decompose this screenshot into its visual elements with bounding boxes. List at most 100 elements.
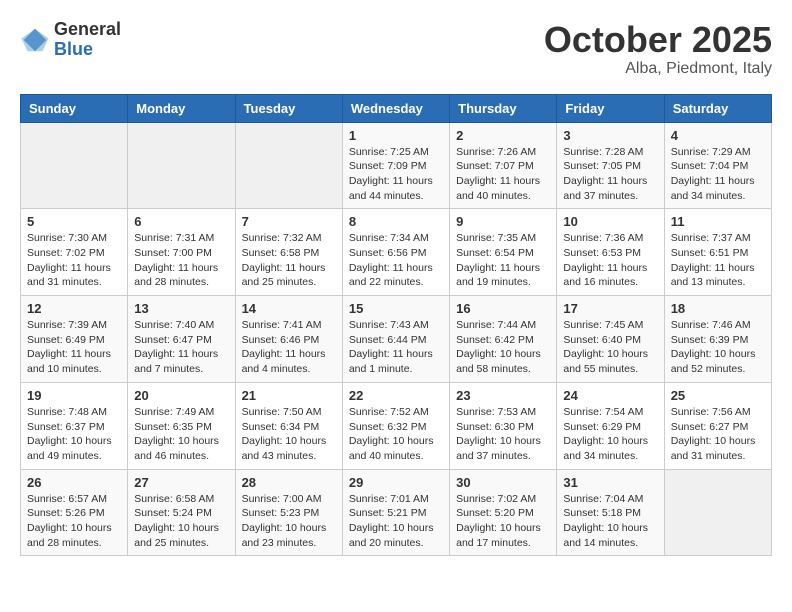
calendar-cell: 15 Sunrise: 7:43 AM Sunset: 6:44 PM Dayli…: [342, 296, 449, 383]
day-info: Sunrise: 6:58 AM Sunset: 5:24 PM Dayligh…: [134, 492, 228, 551]
calendar-cell: 12Sunrise: 7:39 AM Sunset: 6:49 PM Dayli…: [21, 296, 128, 383]
day-number: 30: [456, 475, 550, 490]
day-number: 11: [671, 214, 765, 229]
calendar-cell: 20 Sunrise: 7:49 AM Sunset: 6:35 PM Dayli…: [128, 382, 235, 469]
calendar-cell: [128, 122, 235, 209]
day-info: Sunrise: 7:28 AM Sunset: 7:05 PM Dayligh…: [563, 145, 657, 204]
day-info: Sunrise: 7:49 AM Sunset: 6:35 PM Dayligh…: [134, 405, 228, 464]
day-info: Sunrise: 7:04 AM Sunset: 5:18 PM Dayligh…: [563, 492, 657, 551]
day-number: 29: [349, 475, 443, 490]
day-number: 21: [242, 388, 336, 403]
calendar-cell: 28 Sunrise: 7:00 AM Sunset: 5:23 PM Dayli…: [235, 469, 342, 556]
day-info: Sunrise: 7:46 AM Sunset: 6:39 PM Dayligh…: [671, 318, 765, 377]
calendar-cell: 14 Sunrise: 7:41 AM Sunset: 6:46 PM Dayli…: [235, 296, 342, 383]
calendar-cell: 17 Sunrise: 7:45 AM Sunset: 6:40 PM Dayli…: [557, 296, 664, 383]
calendar-cell: 5 Sunrise: 7:30 AM Sunset: 7:02 PM Daylig…: [21, 209, 128, 296]
day-header-saturday: Saturday: [664, 94, 771, 122]
day-number: 9: [456, 214, 550, 229]
calendar-week-row: 26Sunrise: 6:57 AM Sunset: 5:26 PM Dayli…: [21, 469, 772, 556]
calendar-cell: 1 Sunrise: 7:25 AM Sunset: 7:09 PM Daylig…: [342, 122, 449, 209]
calendar-cell: 10 Sunrise: 7:36 AM Sunset: 6:53 PM Dayli…: [557, 209, 664, 296]
day-number: 1: [349, 128, 443, 143]
day-info: Sunrise: 7:29 AM Sunset: 7:04 PM Dayligh…: [671, 145, 765, 204]
day-header-tuesday: Tuesday: [235, 94, 342, 122]
logo-blue: Blue: [54, 39, 93, 59]
calendar-cell: 21 Sunrise: 7:50 AM Sunset: 6:34 PM Dayli…: [235, 382, 342, 469]
day-number: 23: [456, 388, 550, 403]
calendar-cell: [21, 122, 128, 209]
day-number: 15: [349, 301, 443, 316]
calendar-cell: 3 Sunrise: 7:28 AM Sunset: 7:05 PM Daylig…: [557, 122, 664, 209]
day-info: Sunrise: 7:45 AM Sunset: 6:40 PM Dayligh…: [563, 318, 657, 377]
logo: General Blue: [20, 20, 121, 60]
calendar-week-row: 12Sunrise: 7:39 AM Sunset: 6:49 PM Dayli…: [21, 296, 772, 383]
day-info: Sunrise: 7:44 AM Sunset: 6:42 PM Dayligh…: [456, 318, 550, 377]
calendar-cell: 4Sunrise: 7:29 AM Sunset: 7:04 PM Daylig…: [664, 122, 771, 209]
location: Alba, Piedmont, Italy: [544, 60, 772, 78]
day-header-friday: Friday: [557, 94, 664, 122]
day-number: 2: [456, 128, 550, 143]
day-header-monday: Monday: [128, 94, 235, 122]
calendar-cell: 2Sunrise: 7:26 AM Sunset: 7:07 PM Daylig…: [450, 122, 557, 209]
calendar-cell: 29 Sunrise: 7:01 AM Sunset: 5:21 PM Dayli…: [342, 469, 449, 556]
day-info: Sunrise: 7:32 AM Sunset: 6:58 PM Dayligh…: [242, 231, 336, 290]
day-info: Sunrise: 7:00 AM Sunset: 5:23 PM Dayligh…: [242, 492, 336, 551]
day-info: Sunrise: 7:56 AM Sunset: 6:27 PM Dayligh…: [671, 405, 765, 464]
day-info: Sunrise: 7:41 AM Sunset: 6:46 PM Dayligh…: [242, 318, 336, 377]
calendar-cell: 8Sunrise: 7:34 AM Sunset: 6:56 PM Daylig…: [342, 209, 449, 296]
day-number: 3: [563, 128, 657, 143]
day-info: Sunrise: 7:31 AM Sunset: 7:00 PM Dayligh…: [134, 231, 228, 290]
calendar-week-row: 19Sunrise: 7:48 AM Sunset: 6:37 PM Dayli…: [21, 382, 772, 469]
day-info: Sunrise: 7:37 AM Sunset: 6:51 PM Dayligh…: [671, 231, 765, 290]
calendar-table: SundayMondayTuesdayWednesdayThursdayFrid…: [20, 94, 772, 557]
day-info: Sunrise: 7:48 AM Sunset: 6:37 PM Dayligh…: [27, 405, 121, 464]
calendar-cell: 27Sunrise: 6:58 AM Sunset: 5:24 PM Dayli…: [128, 469, 235, 556]
day-info: Sunrise: 7:43 AM Sunset: 6:44 PM Dayligh…: [349, 318, 443, 377]
day-number: 12: [27, 301, 121, 316]
calendar-cell: [664, 469, 771, 556]
month-title: October 2025: [544, 20, 772, 60]
day-header-sunday: Sunday: [21, 94, 128, 122]
day-info: Sunrise: 7:50 AM Sunset: 6:34 PM Dayligh…: [242, 405, 336, 464]
day-number: 5: [27, 214, 121, 229]
day-info: Sunrise: 6:57 AM Sunset: 5:26 PM Dayligh…: [27, 492, 121, 551]
day-number: 6: [134, 214, 228, 229]
calendar-header-row: SundayMondayTuesdayWednesdayThursdayFrid…: [21, 94, 772, 122]
day-number: 8: [349, 214, 443, 229]
page-header: General Blue October 2025 Alba, Piedmont…: [20, 20, 772, 78]
day-number: 20: [134, 388, 228, 403]
day-number: 16: [456, 301, 550, 316]
day-number: 13: [134, 301, 228, 316]
calendar-cell: 11 Sunrise: 7:37 AM Sunset: 6:51 PM Dayli…: [664, 209, 771, 296]
day-number: 28: [242, 475, 336, 490]
calendar-cell: 13Sunrise: 7:40 AM Sunset: 6:47 PM Dayli…: [128, 296, 235, 383]
day-info: Sunrise: 7:25 AM Sunset: 7:09 PM Dayligh…: [349, 145, 443, 204]
calendar-week-row: 5 Sunrise: 7:30 AM Sunset: 7:02 PM Daylig…: [21, 209, 772, 296]
day-number: 10: [563, 214, 657, 229]
day-header-wednesday: Wednesday: [342, 94, 449, 122]
day-info: Sunrise: 7:01 AM Sunset: 5:21 PM Dayligh…: [349, 492, 443, 551]
calendar-cell: 30 Sunrise: 7:02 AM Sunset: 5:20 PM Dayli…: [450, 469, 557, 556]
calendar-cell: 18 Sunrise: 7:46 AM Sunset: 6:39 PM Dayli…: [664, 296, 771, 383]
day-info: Sunrise: 7:53 AM Sunset: 6:30 PM Dayligh…: [456, 405, 550, 464]
calendar-cell: 24Sunrise: 7:54 AM Sunset: 6:29 PM Dayli…: [557, 382, 664, 469]
day-number: 14: [242, 301, 336, 316]
calendar-week-row: 1 Sunrise: 7:25 AM Sunset: 7:09 PM Daylig…: [21, 122, 772, 209]
day-number: 25: [671, 388, 765, 403]
day-info: Sunrise: 7:02 AM Sunset: 5:20 PM Dayligh…: [456, 492, 550, 551]
day-info: Sunrise: 7:30 AM Sunset: 7:02 PM Dayligh…: [27, 231, 121, 290]
logo-general: General: [54, 19, 121, 39]
calendar-cell: 25 Sunrise: 7:56 AM Sunset: 6:27 PM Dayli…: [664, 382, 771, 469]
day-number: 18: [671, 301, 765, 316]
calendar-cell: 23 Sunrise: 7:53 AM Sunset: 6:30 PM Dayli…: [450, 382, 557, 469]
calendar-cell: 6 Sunrise: 7:31 AM Sunset: 7:00 PM Daylig…: [128, 209, 235, 296]
day-number: 31: [563, 475, 657, 490]
day-number: 7: [242, 214, 336, 229]
logo-text: General Blue: [54, 20, 121, 60]
day-info: Sunrise: 7:35 AM Sunset: 6:54 PM Dayligh…: [456, 231, 550, 290]
day-number: 17: [563, 301, 657, 316]
day-info: Sunrise: 7:36 AM Sunset: 6:53 PM Dayligh…: [563, 231, 657, 290]
title-block: October 2025 Alba, Piedmont, Italy: [544, 20, 772, 78]
logo-icon: [20, 25, 50, 55]
calendar-cell: 26Sunrise: 6:57 AM Sunset: 5:26 PM Dayli…: [21, 469, 128, 556]
